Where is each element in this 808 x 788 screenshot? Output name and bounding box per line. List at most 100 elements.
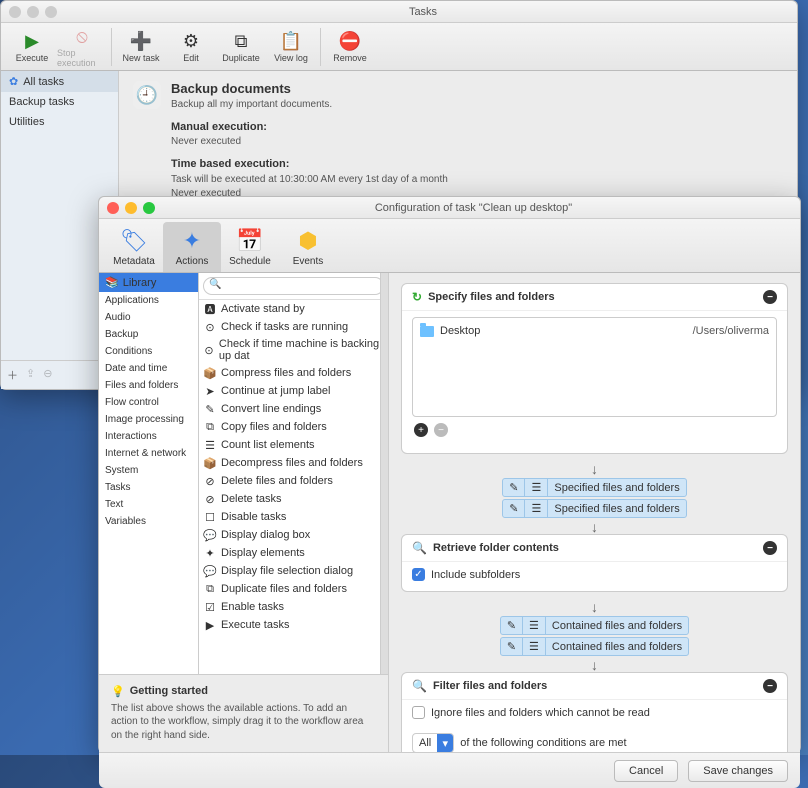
action-item[interactable]: ⧉Duplicate files and folders xyxy=(199,580,388,598)
list-item[interactable]: Audio xyxy=(99,309,198,326)
list-item[interactable]: System xyxy=(99,462,198,479)
list-item[interactable]: Backup xyxy=(99,326,198,343)
list-item[interactable]: Date and time xyxy=(99,360,198,377)
file-row[interactable]: Desktop /Users/oliverma xyxy=(417,322,772,340)
edit-button[interactable]: ⚙Edit xyxy=(166,25,216,69)
action-item[interactable]: ☐Disable tasks xyxy=(199,508,388,526)
action-item[interactable]: ⊙Check if tasks are running xyxy=(199,318,388,336)
action-item[interactable]: ➤Continue at jump label xyxy=(199,382,388,400)
sidebar-item-all[interactable]: ✿All tasks xyxy=(1,71,118,92)
include-subfolders-checkbox[interactable]: ✓Include subfolders xyxy=(412,568,777,581)
action-item[interactable]: ✎Convert line endings xyxy=(199,400,388,418)
tab-schedule[interactable]: 📅Schedule xyxy=(221,222,279,272)
output-pill[interactable]: ✎☰Contained files and folders xyxy=(500,616,689,635)
remove-block-button[interactable]: − xyxy=(763,679,777,693)
new-task-button[interactable]: ➕New task xyxy=(116,25,166,69)
pencil-icon[interactable]: ✎ xyxy=(501,617,523,634)
cancel-button[interactable]: Cancel xyxy=(614,760,678,782)
action-item[interactable]: 💬Display file selection dialog xyxy=(199,562,388,580)
category-list[interactable]: 📚Library Applications Audio Backup Condi… xyxy=(99,273,199,674)
input-pill[interactable]: ✎☰Specified files and folders xyxy=(502,499,686,518)
tab-actions[interactable]: ✦Actions xyxy=(163,222,221,272)
action-item[interactable]: 📦Compress files and folders xyxy=(199,364,388,382)
list-item[interactable]: Flow control xyxy=(99,394,198,411)
sidebar-item-backup[interactable]: Backup tasks xyxy=(1,92,118,112)
list-item[interactable]: 📚Library xyxy=(99,273,198,292)
remove-button[interactable]: − xyxy=(434,423,448,437)
remove-block-button[interactable]: − xyxy=(763,541,777,555)
list-item[interactable]: Applications xyxy=(99,292,198,309)
action-label: Count list elements xyxy=(221,439,315,451)
action-icon: 📦 xyxy=(203,456,217,470)
action-label: Display file selection dialog xyxy=(221,565,353,577)
input-pill[interactable]: ✎☰Contained files and folders xyxy=(500,637,689,656)
zoom-icon[interactable] xyxy=(143,202,155,214)
list-icon[interactable]: ☰ xyxy=(525,479,548,496)
list-item[interactable]: Interactions xyxy=(99,428,198,445)
action-item[interactable]: 💬Display dialog box xyxy=(199,526,388,544)
gear-icon: ✿ xyxy=(9,75,18,88)
pencil-icon[interactable]: ✎ xyxy=(501,638,523,655)
stop-button[interactable]: ⦸Stop execution xyxy=(57,25,107,69)
action-label: Decompress files and folders xyxy=(221,457,363,469)
list-icon[interactable]: ☰ xyxy=(523,617,546,634)
minimize-icon[interactable] xyxy=(125,202,137,214)
task-name: Backup documents xyxy=(171,81,783,96)
add-button[interactable]: + xyxy=(414,423,428,437)
action-item[interactable]: ⊘Delete tasks xyxy=(199,490,388,508)
execute-button[interactable]: ▶Execute xyxy=(7,25,57,69)
list-item[interactable]: Internet & network xyxy=(99,445,198,462)
action-item[interactable]: ☰Count list elements xyxy=(199,436,388,454)
list-item[interactable]: Conditions xyxy=(99,343,198,360)
quantifier-select[interactable]: All▾ xyxy=(412,733,454,752)
output-pill[interactable]: ✎☰Specified files and folders xyxy=(502,478,686,497)
scrollbar[interactable] xyxy=(380,273,388,674)
action-item[interactable]: ✦Display elements xyxy=(199,544,388,562)
checkbox-icon xyxy=(412,706,425,719)
remove-block-button[interactable]: − xyxy=(763,290,777,304)
action-icon: ➤ xyxy=(203,384,217,398)
action-item[interactable]: 🅰Activate stand by xyxy=(199,300,388,318)
folder-icon xyxy=(420,326,434,337)
pencil-icon[interactable]: ✎ xyxy=(503,500,525,517)
minimize-icon[interactable] xyxy=(27,6,39,18)
action-item[interactable]: ☑Enable tasks xyxy=(199,598,388,616)
delete-icon[interactable]: ⊖ xyxy=(43,367,52,383)
action-icon: ⊘ xyxy=(203,474,217,488)
save-button[interactable]: Save changes xyxy=(688,760,788,782)
action-icon: ▶ xyxy=(203,618,217,632)
add-icon[interactable]: ＋ xyxy=(7,367,18,383)
search-input[interactable] xyxy=(203,277,384,295)
viewlog-button[interactable]: 📋View log xyxy=(266,25,316,69)
action-item[interactable]: ▶ Execute tasks xyxy=(199,616,388,634)
action-icon: ✦ xyxy=(203,546,217,560)
pencil-icon[interactable]: ✎ xyxy=(503,479,525,496)
list-item[interactable]: Text xyxy=(99,496,198,513)
tab-events[interactable]: ⬢Events xyxy=(279,222,337,272)
list-item[interactable]: Files and folders xyxy=(99,377,198,394)
list-icon[interactable]: ☰ xyxy=(523,638,546,655)
action-list[interactable]: 🔍 🅰Activate stand by⊙Check if tasks are … xyxy=(199,273,388,674)
share-icon[interactable]: ⇪ xyxy=(26,367,35,383)
action-item[interactable]: 📦 Decompress files and folders xyxy=(199,454,388,472)
list-item[interactable]: Image processing xyxy=(99,411,198,428)
list-item[interactable]: Tasks xyxy=(99,479,198,496)
ignore-checkbox[interactable]: Ignore files and folders which cannot be… xyxy=(412,706,777,719)
workflow-area[interactable]: ↻Specify files and folders− Desktop /Use… xyxy=(389,273,800,752)
action-item[interactable]: ⊙Check if time machine is backing up dat xyxy=(199,336,388,364)
duplicate-button[interactable]: ⧉Duplicate xyxy=(216,25,266,69)
action-label: Execute tasks xyxy=(221,619,289,631)
list-item[interactable]: Variables xyxy=(99,513,198,530)
action-label: Check if tasks are running xyxy=(221,321,348,333)
close-icon[interactable] xyxy=(107,202,119,214)
close-icon[interactable] xyxy=(9,6,21,18)
remove-button[interactable]: ⛔Remove xyxy=(325,25,375,69)
action-item[interactable]: ⧉Copy files and folders xyxy=(199,418,388,436)
file-list[interactable]: Desktop /Users/oliverma xyxy=(412,317,777,417)
action-item[interactable]: ⊘Delete files and folders xyxy=(199,472,388,490)
tab-metadata[interactable]: 🏷Metadata xyxy=(105,222,163,272)
zoom-icon[interactable] xyxy=(45,6,57,18)
list-icon[interactable]: ☰ xyxy=(525,500,548,517)
sidebar-item-utilities[interactable]: Utilities xyxy=(1,112,118,132)
getting-started: 💡Getting started The list above shows th… xyxy=(99,674,388,753)
